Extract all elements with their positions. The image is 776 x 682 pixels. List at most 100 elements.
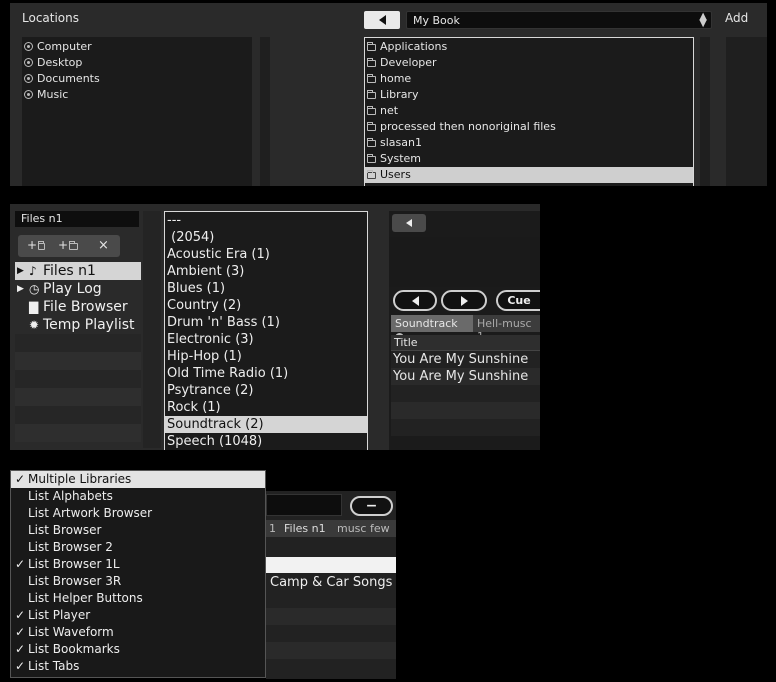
- folder-item-label: slasan1: [380, 136, 422, 149]
- folder-item[interactable]: home: [365, 71, 693, 87]
- genre-item[interactable]: Country (2): [165, 297, 367, 314]
- tree-empty-row: [15, 352, 141, 370]
- folder-item[interactable]: Applications: [365, 39, 693, 55]
- tab-soundtrack[interactable]: Soundtrack ×: [391, 315, 473, 342]
- genre-item[interactable]: Soundtrack (2): [165, 416, 367, 433]
- tree-empty-row: [15, 334, 141, 352]
- behind-tab-musc[interactable]: musc few: [337, 522, 390, 535]
- tree-empty-row: [15, 370, 141, 388]
- tree-item-files-n1[interactable]: ▶ ♪ Files n1: [15, 262, 141, 280]
- locations-scrollbar[interactable]: [260, 37, 270, 186]
- player-back-button[interactable]: [392, 214, 426, 232]
- volume-select[interactable]: My Book ▲ ▼: [406, 11, 712, 29]
- behind-search-input[interactable]: [266, 494, 342, 516]
- disclosure-triangle-icon[interactable]: ▶: [17, 280, 24, 298]
- new-folder-button[interactable]: +: [58, 238, 82, 252]
- menu-item-list-browser-3r[interactable]: List Browser 3R: [11, 573, 265, 590]
- location-item-documents[interactable]: Documents: [22, 71, 252, 87]
- menu-item-label: List Bookmarks: [28, 642, 120, 656]
- location-radio-icon: [24, 42, 33, 51]
- location-item-music[interactable]: Music: [22, 87, 252, 103]
- tree-item-file-browser[interactable]: ▇ File Browser: [15, 298, 141, 316]
- behind-selected-row[interactable]: [266, 557, 396, 573]
- title-column-header[interactable]: Title: [391, 335, 540, 351]
- tree-item-play-log[interactable]: ▶ ◷ Play Log: [15, 280, 141, 298]
- library-divider: [143, 211, 161, 448]
- folder-item[interactable]: processed then nonoriginal files: [365, 119, 693, 135]
- menu-item-list-waveform[interactable]: ✓ List Waveform: [11, 624, 265, 641]
- checkmark-icon: ✓: [15, 642, 26, 656]
- folder-item[interactable]: slasan1: [365, 135, 693, 151]
- genre-item[interactable]: Ambient (3): [165, 263, 367, 280]
- genre-item[interactable]: Speech (1048): [165, 433, 367, 450]
- disclosure-triangle-icon[interactable]: ▶: [17, 262, 24, 280]
- genre-item[interactable]: Old Time Radio (1): [165, 365, 367, 382]
- track-row[interactable]: You Are My Sunshine: [391, 368, 540, 385]
- folder-icon: [367, 154, 376, 163]
- tree-item-temp-playlist[interactable]: ✹ Temp Playlist: [15, 316, 141, 334]
- waveform-area[interactable]: [389, 237, 540, 287]
- location-radio-icon: [24, 74, 33, 83]
- remove-button[interactable]: ×: [98, 238, 109, 253]
- track-empty-row: [391, 402, 540, 419]
- folder-item[interactable]: Users: [365, 167, 693, 183]
- folder-item-label: processed then nonoriginal files: [380, 120, 556, 133]
- next-icon: [460, 295, 468, 306]
- genre-item[interactable]: Psytrance (2): [165, 382, 367, 399]
- genre-item[interactable]: Acoustic Era (1): [165, 246, 367, 263]
- location-item-label: Desktop: [37, 56, 83, 69]
- genre-item[interactable]: (2054): [165, 229, 367, 246]
- cue-button[interactable]: Cue: [496, 290, 540, 311]
- folder-icon: [367, 90, 376, 99]
- behind-row-camp[interactable]: Camp & Car Songs: [270, 575, 392, 590]
- track-row[interactable]: You Are My Sunshine: [391, 351, 540, 368]
- folder-icon: ▇: [29, 300, 39, 314]
- library-search-input[interactable]: Files n1: [15, 211, 139, 227]
- location-item-computer[interactable]: Computer: [22, 39, 252, 55]
- menu-item-list-artwork-browser[interactable]: List Artwork Browser: [11, 505, 265, 522]
- new-playlist-button[interactable]: +: [27, 238, 49, 252]
- genre-list: --- (2054) Acoustic Era (1) Ambient (3) Blu…: [164, 211, 368, 450]
- previous-button[interactable]: [393, 290, 437, 311]
- folder-item[interactable]: Library: [365, 87, 693, 103]
- genre-item[interactable]: Drum 'n' Bass (1): [165, 314, 367, 331]
- tree-empty-row: [15, 388, 141, 406]
- folder-icon: [367, 58, 376, 67]
- genre-item[interactable]: Blues (1): [165, 280, 367, 297]
- menu-item-label: List Waveform: [28, 625, 114, 639]
- back-button[interactable]: [364, 11, 400, 29]
- behind-tab-files[interactable]: Files n1: [284, 522, 326, 535]
- menu-item-list-alphabets[interactable]: List Alphabets: [11, 488, 265, 505]
- menu-item-list-bookmarks[interactable]: ✓ List Bookmarks: [11, 641, 265, 658]
- tree-empty-row: [15, 424, 141, 442]
- genre-item[interactable]: Electronic (3): [165, 331, 367, 348]
- folder-icon: [367, 122, 376, 131]
- library-toolbar: + + ×: [18, 235, 120, 257]
- genre-item[interactable]: Hip-Hop (1): [165, 348, 367, 365]
- next-button[interactable]: [441, 290, 487, 311]
- folder-item-label: System: [380, 152, 422, 165]
- menu-item-list-browser-1l[interactable]: ✓ List Browser 1L: [11, 556, 265, 573]
- folder-item[interactable]: Developer: [365, 55, 693, 71]
- menu-item-list-browser-2[interactable]: List Browser 2: [11, 539, 265, 556]
- checkmark-icon: ✓: [15, 472, 26, 486]
- menu-item-list-tabs[interactable]: ✓ List Tabs: [11, 658, 265, 675]
- folder-item[interactable]: System: [365, 151, 693, 167]
- menu-item-multiple-libraries[interactable]: ✓ Multiple Libraries: [11, 471, 265, 488]
- locations-list: Computer Desktop Documents Music: [22, 37, 252, 186]
- menu-item-label: List Browser: [28, 523, 102, 537]
- track-empty-row: [391, 385, 540, 402]
- add-button[interactable]: Add: [725, 11, 748, 25]
- menu-item-label: List Artwork Browser: [28, 506, 153, 520]
- location-item-desktop[interactable]: Desktop: [22, 55, 252, 71]
- folder-item[interactable]: net: [365, 103, 693, 119]
- menu-item-list-browser[interactable]: List Browser: [11, 522, 265, 539]
- folder-scrollbar[interactable]: [700, 37, 710, 186]
- genre-item[interactable]: ---: [165, 212, 367, 229]
- menu-item-list-player[interactable]: ✓ List Player: [11, 607, 265, 624]
- menu-item-list-helper-buttons[interactable]: List Helper Buttons: [11, 590, 265, 607]
- menu-item-label: Multiple Libraries: [28, 472, 132, 486]
- behind-tab-1[interactable]: 1: [269, 522, 276, 535]
- genre-item[interactable]: Rock (1): [165, 399, 367, 416]
- minus-button[interactable]: −: [350, 496, 393, 516]
